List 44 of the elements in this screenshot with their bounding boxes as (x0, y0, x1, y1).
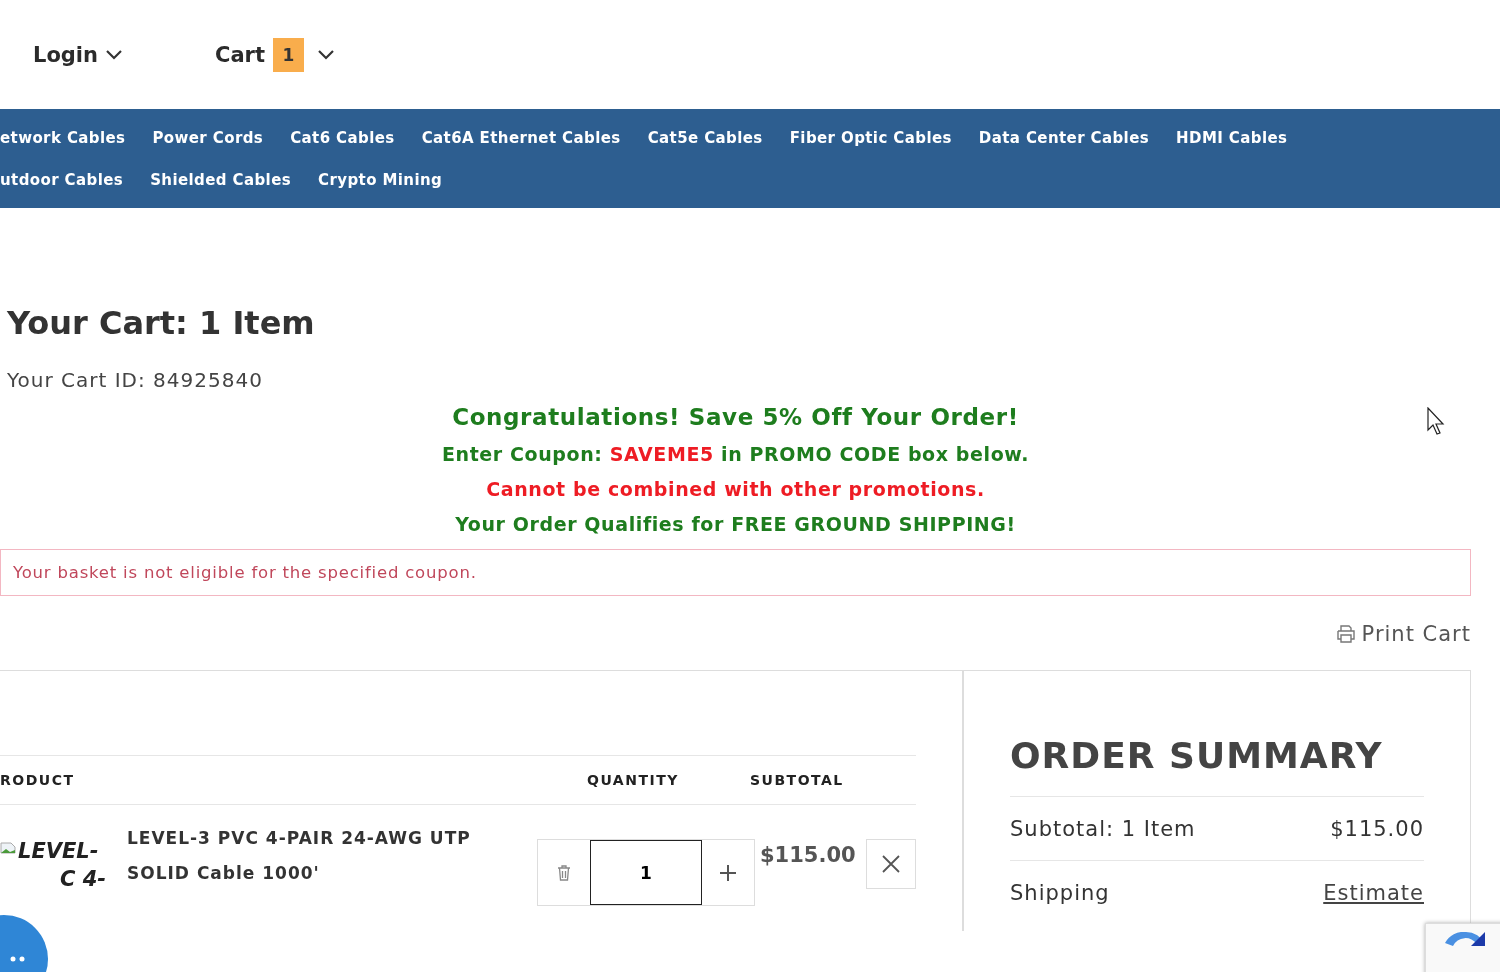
column-header: QUANTITY (586, 772, 680, 788)
summary-title: ORDER SUMMARY (1010, 735, 1424, 797)
item-subtotal: $115.00 (760, 843, 857, 869)
column-header: RODUCT (0, 772, 76, 788)
promo-message: Your Order Qualifies for FREE GROUND SHIPPING! (455, 513, 1016, 535)
nav-link[interactable]: Crypto Mining (318, 170, 443, 189)
cart-id: Your Cart ID: 84925840 (7, 368, 264, 392)
broken-image-alt-text: C 4- (59, 867, 108, 891)
nav-link[interactable]: Cat5e Cables (647, 128, 763, 147)
promo-message: Cannot be combined with other promotions. (486, 478, 985, 500)
subtotal-label: Subtotal: 1 Item (1010, 816, 1196, 841)
column-header: SUBTOTAL (750, 772, 845, 788)
remove-item-button[interactable] (866, 839, 916, 889)
cart-menu[interactable]: Cart 1 (215, 37, 334, 72)
nav-link[interactable]: Data Center Cables (978, 128, 1150, 147)
chevron-down-icon (106, 49, 122, 60)
nav-link[interactable]: Cat6A Ethernet Cables (421, 128, 621, 147)
cart-title: Your Cart: 1 Item (7, 304, 316, 342)
nav-link[interactable]: Power Cords (152, 128, 264, 147)
login-menu[interactable]: Login (33, 42, 122, 67)
promo-message: Enter Coupon: SAVEME5 in PROMO CODE box below. (441, 443, 1030, 465)
nav-link[interactable]: etwork Cables (0, 128, 126, 147)
subtotal-value: $115.00 (1330, 816, 1424, 841)
quantity-input[interactable]: 1 (590, 840, 702, 905)
nav-link[interactable]: Shielded Cables (150, 170, 292, 189)
estimate-link[interactable]: Estimate (1323, 880, 1424, 905)
nav-link[interactable]: Cat6 Cables (290, 128, 395, 147)
coupon-error-alert: Your basket is not eligible for the specified coupon. (0, 549, 1471, 596)
broken-image-alt-text: LEVEL- (0, 839, 127, 863)
promo-message: Congratulations! Save 5% Off Your Order! (452, 404, 1019, 430)
nav-link[interactable]: Fiber Optic Cables (789, 128, 952, 147)
nav-link[interactable]: HDMI Cables (1176, 128, 1288, 147)
cart-count-badge: 1 (273, 37, 304, 72)
recaptcha-icon (1445, 932, 1485, 946)
nav-link[interactable]: utdoor Cables (0, 170, 124, 189)
mouse-pointer-icon (1427, 407, 1445, 435)
chevron-down-icon (318, 49, 334, 60)
trash-icon (557, 864, 571, 881)
close-icon (882, 855, 900, 873)
shipping-label: Shipping (1010, 880, 1110, 905)
product-name: LEVEL-3 PVC 4-PAIR 24-AWG UTP SOLID Cable 1000' (127, 827, 472, 885)
plus-icon (719, 863, 737, 882)
print-cart-link[interactable]: Print Cart (1335, 622, 1471, 646)
printer-icon (1335, 625, 1356, 643)
